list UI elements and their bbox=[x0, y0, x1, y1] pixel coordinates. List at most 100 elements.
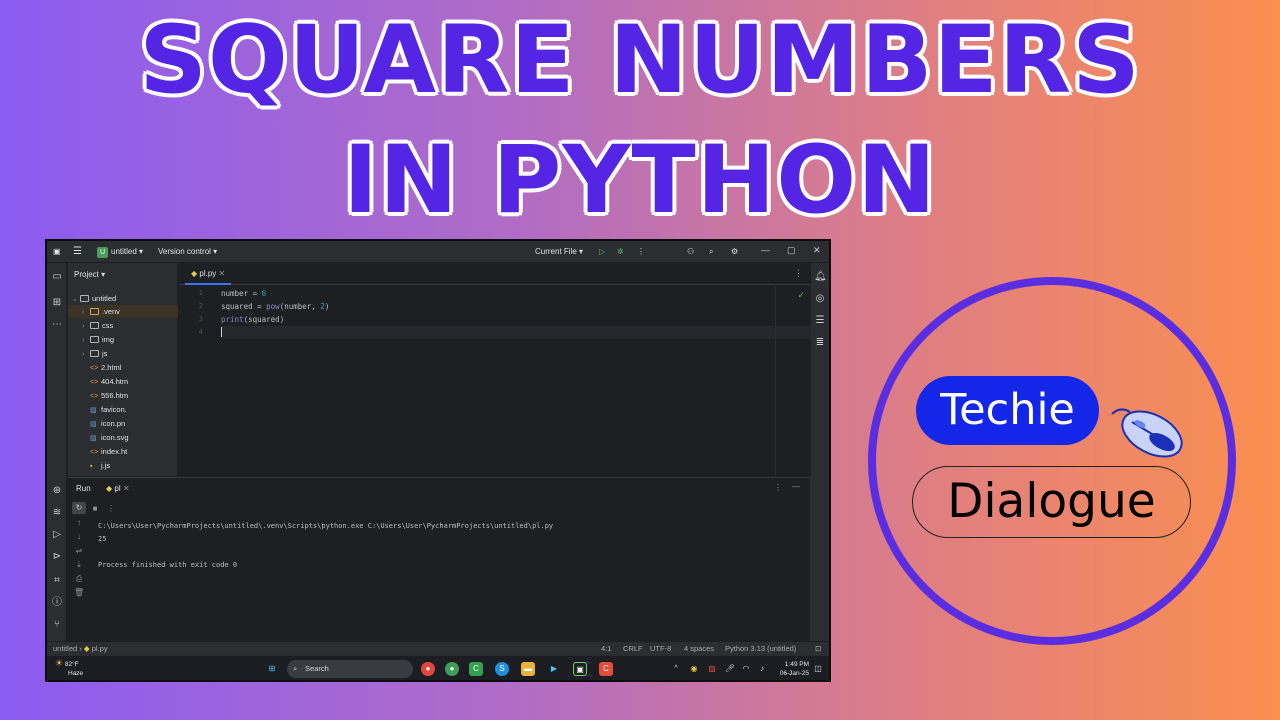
tray-pdf-icon[interactable]: ▨ bbox=[705, 662, 719, 676]
tree-item-file[interactable]: <> 556.htm bbox=[90, 389, 128, 402]
run-config-select[interactable]: Current File ▾ bbox=[535, 246, 583, 258]
scroll-up-icon[interactable]: ↑ bbox=[74, 518, 84, 528]
image-file-icon: ▨ bbox=[90, 435, 97, 442]
print-icon[interactable]: ⎙ bbox=[74, 574, 84, 584]
tree-item-file[interactable]: ▨ favicon. bbox=[90, 403, 127, 416]
tree-item-file[interactable]: ▨ icon.svg bbox=[90, 431, 129, 444]
tree-item-js[interactable]: › js bbox=[82, 347, 107, 360]
project-panel: Project ▾ ⌄ untitled › .venv › css › img › js… bbox=[68, 263, 178, 476]
start-menu-icon[interactable]: ⊞ bbox=[265, 662, 279, 676]
add-user-icon[interactable]: ⚇ bbox=[687, 246, 694, 258]
problems-icon[interactable]: ⓘ bbox=[51, 597, 63, 609]
tree-item-file[interactable]: ▪ j.js bbox=[90, 459, 110, 472]
database-icon[interactable]: ☰ bbox=[814, 315, 826, 327]
clear-console-icon[interactable]: 🗑︎ bbox=[74, 588, 84, 598]
screen-recorder-icon[interactable]: C bbox=[599, 662, 613, 676]
project-tool-icon[interactable]: ▭ bbox=[51, 271, 63, 283]
run-tool-icon[interactable]: ▷ bbox=[51, 529, 63, 541]
run-options-icon[interactable]: ⋮ bbox=[774, 483, 782, 492]
editor-tab-bar: ◆ pl.py ✕ ⋮ bbox=[179, 263, 811, 285]
vcs-menu[interactable]: Version control ▾ bbox=[158, 246, 217, 258]
minimize-icon[interactable]: — bbox=[761, 245, 770, 255]
breadcrumb[interactable]: untitled › ◆ pl.py bbox=[53, 644, 108, 654]
python-interpreter[interactable]: Python 3.13 (untitled) bbox=[725, 644, 796, 654]
tab-more-icon[interactable]: ⋮ bbox=[794, 268, 803, 279]
file-explorer-icon[interactable]: ▬ bbox=[521, 662, 535, 676]
notification-center-icon[interactable]: ◫ bbox=[811, 662, 825, 676]
hide-panel-icon[interactable]: — bbox=[792, 482, 800, 491]
headline-line-2: IN PYTHON bbox=[342, 126, 938, 235]
code-line: print(squared) bbox=[221, 315, 285, 324]
tree-item-file[interactable]: <> 404.htm bbox=[90, 375, 128, 388]
wifi-icon[interactable]: ◠ bbox=[739, 662, 753, 676]
lock-icon[interactable]: ⊡ bbox=[815, 644, 821, 654]
system-clock[interactable]: 1:49 PM 06-Jan-25 bbox=[780, 660, 809, 678]
notifications-icon[interactable]: 🔔︎ bbox=[814, 271, 827, 283]
status-bar: untitled › ◆ pl.py 4:1 CRLF UTF-8 4 spac… bbox=[47, 641, 829, 655]
folder-icon bbox=[80, 295, 89, 302]
more-run-actions-icon[interactable]: ⋮ bbox=[106, 504, 116, 514]
taskbar-search[interactable]: ⌕ Search bbox=[287, 660, 413, 678]
chrome-profile-icon[interactable]: ● bbox=[445, 662, 459, 676]
console-output[interactable]: C:\Users\User\PycharmProjects\untitled\.… bbox=[98, 520, 804, 572]
chrome-icon[interactable]: ● bbox=[421, 662, 435, 676]
tree-item-venv[interactable]: › .venv bbox=[68, 305, 178, 318]
tray-chevron-icon[interactable]: ^ bbox=[669, 662, 683, 676]
tree-item-file[interactable]: <> 2.html bbox=[90, 361, 121, 374]
skype-icon[interactable]: S bbox=[495, 662, 509, 676]
debug-icon[interactable]: ✲ bbox=[617, 246, 624, 258]
scroll-down-icon[interactable]: ↓ bbox=[74, 532, 84, 542]
pycharm-taskbar-icon[interactable]: ▣ bbox=[573, 662, 587, 676]
scroll-to-end-icon[interactable]: ⇣ bbox=[74, 560, 84, 570]
soft-wrap-icon[interactable]: ⇌ bbox=[74, 546, 84, 556]
caret-position[interactable]: 4:1 bbox=[601, 644, 611, 654]
layers-icon[interactable]: ≋ bbox=[51, 507, 63, 519]
tree-item-untitled[interactable]: ⌄ untitled bbox=[72, 292, 116, 305]
python-packages-icon[interactable]: ⊛ bbox=[51, 485, 63, 497]
tree-item-css[interactable]: › css bbox=[82, 319, 113, 332]
line-ending[interactable]: CRLF bbox=[623, 644, 643, 654]
ai-assistant-icon[interactable]: ◎ bbox=[814, 293, 826, 305]
indent-setting[interactable]: 4 spaces bbox=[684, 644, 714, 654]
project-panel-header[interactable]: Project ▾ bbox=[74, 270, 105, 279]
weather-widget[interactable]: ☀ 82°F Haze bbox=[55, 659, 83, 678]
no-problems-check-icon[interactable]: ✓ bbox=[797, 290, 805, 301]
console-line: 25 bbox=[98, 535, 107, 543]
code-editor[interactable]: ◆ pl.py ✕ ⋮ 1 2 3 4 number = 6 squared =… bbox=[179, 263, 811, 476]
terminal-icon[interactable]: ⌗ bbox=[51, 575, 63, 587]
maximize-icon[interactable]: ▢ bbox=[787, 245, 796, 256]
more-actions-icon[interactable]: ⋮ bbox=[637, 246, 645, 258]
code-area[interactable]: number = 6 squared = pow(number, 2) prin… bbox=[221, 287, 811, 339]
close-icon[interactable]: ✕ bbox=[813, 245, 821, 256]
tree-item-img[interactable]: › img bbox=[82, 333, 114, 346]
services-icon[interactable]: ⊳ bbox=[51, 551, 63, 563]
left-tool-strip: ▭ ⊞ ⋯ ⊛ ≋ ▷ ⊳ ⌗ ⓘ ⑂ bbox=[47, 263, 67, 661]
volume-icon[interactable]: ♪ bbox=[755, 662, 769, 676]
title-bar: ▣ ☰ Uuntitled ▾ Version control ▾ Curren… bbox=[47, 241, 829, 263]
editor-tab-pl-py[interactable]: ◆ pl.py ✕ bbox=[185, 263, 232, 285]
close-run-tab-icon[interactable]: ✕ bbox=[123, 484, 130, 493]
search-icon: ⌕ bbox=[293, 664, 298, 673]
run-tab-pl[interactable]: ◆ pl ✕ bbox=[106, 484, 130, 493]
app-logo-icon[interactable]: ▣ bbox=[53, 246, 61, 258]
tree-item-file[interactable]: ▨ icon.pn bbox=[90, 417, 125, 430]
project-switcher[interactable]: Uuntitled ▾ bbox=[97, 246, 143, 258]
git-icon[interactable]: ⑂ bbox=[51, 619, 63, 631]
sciview-icon[interactable]: ≣ bbox=[814, 337, 826, 349]
project-name: untitled bbox=[111, 247, 137, 256]
main-menu-icon[interactable]: ☰ bbox=[73, 246, 82, 258]
search-icon[interactable]: ⌕ bbox=[709, 246, 713, 258]
html-file-icon: <> bbox=[90, 379, 99, 386]
close-tab-icon[interactable]: ✕ bbox=[219, 269, 226, 278]
camtasia-icon[interactable]: C bbox=[469, 662, 483, 676]
run-icon[interactable]: ▷ bbox=[599, 246, 605, 258]
more-tools-icon[interactable]: ⋯ bbox=[51, 319, 63, 331]
file-encoding[interactable]: UTF-8 bbox=[650, 644, 671, 654]
stop-icon[interactable]: ■ bbox=[90, 504, 100, 514]
media-player-icon[interactable]: ▶ bbox=[547, 662, 561, 676]
microphone-icon[interactable]: 🎤︎ bbox=[723, 662, 737, 676]
tray-app-icon[interactable]: ◉ bbox=[687, 662, 701, 676]
structure-tool-icon[interactable]: ⊞ bbox=[51, 297, 63, 309]
settings-gear-icon[interactable]: ⚙ bbox=[731, 246, 738, 258]
tree-item-file[interactable]: <> index.ht bbox=[90, 445, 127, 458]
